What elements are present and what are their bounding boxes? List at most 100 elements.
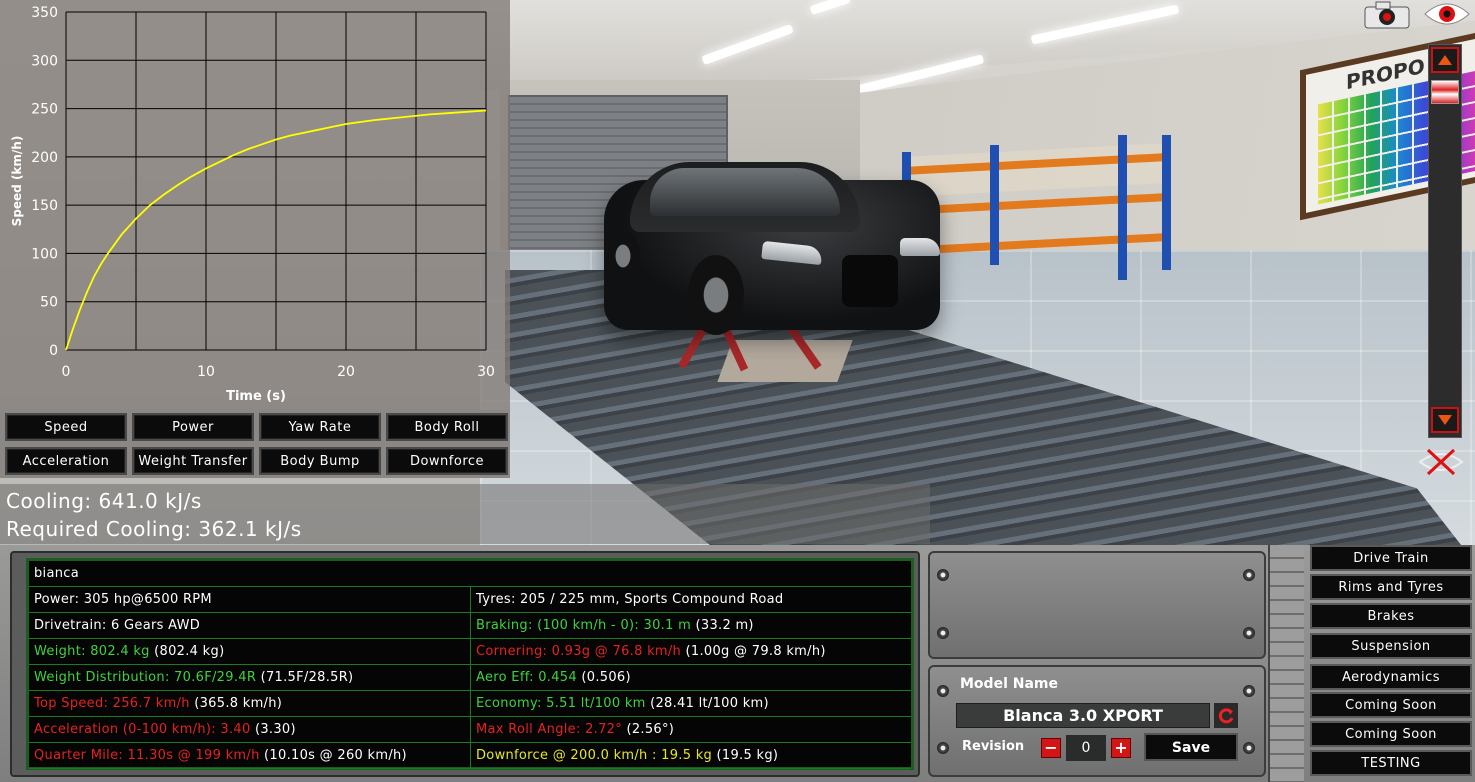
stats-cell-left: Quarter Mile: 11.30s @ 199 km/h (10.10s … <box>29 743 471 768</box>
stats-table: bianca Power: 305 hp@6500 RPM Tyres: 205 … <box>26 558 914 770</box>
tab-power[interactable]: Power <box>132 413 254 441</box>
stats-cell-right: Max Roll Angle: 2.72° (2.56°) <box>471 717 911 742</box>
y-tick-label: 150 <box>31 198 58 214</box>
stat-text: Max Roll Angle: 2.72° <box>476 722 623 737</box>
stat-text: Downforce @ 200.0 km/h : 19.5 kg <box>476 748 713 763</box>
y-tick-label: 100 <box>31 246 58 262</box>
stats-cell-left: Weight: 802.4 kg (802.4 kg) <box>29 639 471 664</box>
menu-brakes[interactable]: Brakes <box>1310 603 1472 629</box>
chevron-up-icon[interactable] <box>1431 47 1459 73</box>
chart-panel: 0 50 100 150 200 250 300 350 0 10 20 30 Time (s) Spee… <box>0 0 510 410</box>
x-tick-label: 20 <box>337 364 355 380</box>
stat-text: (71.5F/28.5R) <box>256 670 354 685</box>
y-tick-label: 200 <box>31 150 58 166</box>
shelf-post <box>1162 135 1171 270</box>
y-tick-label: 250 <box>31 102 58 118</box>
x-tick-label: 0 <box>62 364 71 380</box>
tab-body-roll[interactable]: Body Roll <box>386 413 508 441</box>
tab-speed[interactable]: Speed <box>5 413 127 441</box>
rivet <box>937 627 949 639</box>
stat-text: Aero Eff: 0.454 <box>476 670 577 685</box>
revision-plus-button[interactable]: + <box>1111 738 1131 758</box>
refresh-icon[interactable] <box>1214 703 1238 728</box>
chart-tab-row-2: Acceleration Weight Transfer Body Bump D… <box>0 444 510 478</box>
stats-cell-right: Aero Eff: 0.454 (0.506) <box>471 665 911 690</box>
stat-text: Drivetrain: 6 Gears AWD <box>34 618 201 633</box>
menu-rims-and-tyres[interactable]: Rims and Tyres <box>1310 574 1472 600</box>
stat-text: (19.5 kg) <box>712 748 779 763</box>
tab-downforce[interactable]: Downforce <box>386 447 508 475</box>
shelf-post <box>990 145 999 265</box>
save-button[interactable]: Save <box>1144 733 1238 761</box>
x-tick-label: 30 <box>477 364 495 380</box>
y-tick-label: 0 <box>49 343 58 359</box>
stats-row: Weight Distribution: 70.6F/29.4R (71.5F/… <box>29 665 911 691</box>
stats-cell-left: Acceleration (0-100 km/h): 3.40 (3.30) <box>29 717 471 742</box>
stat-text: Power: 305 hp@6500 RPM <box>34 592 212 607</box>
stat-text: Tyres: 205 / 225 mm, Sports Compound Roa… <box>476 592 784 607</box>
stats-row: Drivetrain: 6 Gears AWD Braking: (100 km/… <box>29 613 911 639</box>
menu-testing[interactable]: TESTING <box>1310 750 1472 776</box>
stats-row: Power: 305 hp@6500 RPM Tyres: 205 / 225 m… <box>29 587 911 613</box>
rivet <box>937 685 949 697</box>
cooling-panel: Cooling: 641.0 kJ/s Required Cooling: 36… <box>0 484 930 544</box>
tab-weight-transfer[interactable]: Weight Transfer <box>132 447 254 475</box>
car-name: bianca <box>34 566 79 581</box>
menu-drive-train[interactable]: Drive Train <box>1310 545 1472 571</box>
stats-cell-right: Cornering: 0.93g @ 76.8 km/h (1.00g @ 79… <box>471 639 911 664</box>
stat-text: (1.00g @ 79.8 km/h) <box>681 644 826 659</box>
speed-chart: 0 50 100 150 200 250 300 350 0 10 20 30 Time (s) Spee… <box>10 5 495 404</box>
x-tick-label: 10 <box>197 364 215 380</box>
stats-cell-right: Tyres: 205 / 225 mm, Sports Compound Roa… <box>471 587 911 612</box>
stat-text: Braking: (100 km/h - 0): 30.1 m <box>476 618 692 633</box>
stat-text: Cornering: 0.93g @ 76.8 km/h <box>476 644 682 659</box>
rivet <box>1243 569 1255 581</box>
hide-icon[interactable] <box>1418 444 1464 480</box>
stats-row: Top Speed: 256.7 km/h (365.8 km/h) Econom… <box>29 691 911 717</box>
menu-coming-soon-2[interactable]: Coming Soon <box>1310 721 1472 747</box>
stat-text: Top Speed: 256.7 km/h <box>34 696 190 711</box>
stats-cell-left: Weight Distribution: 70.6F/29.4R (71.5F/… <box>29 665 471 690</box>
stats-cell-right: Economy: 5.51 lt/100 km (28.41 lt/100 km… <box>471 691 911 716</box>
rivet <box>937 742 949 754</box>
model-name-input[interactable]: Blanca 3.0 XPORT <box>956 703 1210 728</box>
menu-suspension[interactable]: Suspension <box>1310 633 1472 659</box>
zoom-scroll-thumb[interactable] <box>1431 80 1459 104</box>
cooling-value: Cooling: 641.0 kJ/s <box>6 489 202 513</box>
x-axis-label: Time (s) <box>226 389 286 404</box>
headlight <box>900 238 940 256</box>
wheel <box>606 230 640 282</box>
stat-text: (10.10s @ 260 km/h) <box>259 748 407 763</box>
stats-cell-right: Downforce @ 200.0 km/h : 19.5 kg (19.5 k… <box>471 743 911 768</box>
metal-plate-top <box>928 551 1266 659</box>
eye-icon[interactable] <box>1422 0 1472 28</box>
tab-body-bump[interactable]: Body Bump <box>259 447 381 475</box>
stat-text: (33.2 m) <box>691 618 754 633</box>
rivet <box>1243 685 1255 697</box>
y-tick-label: 300 <box>31 53 58 69</box>
menu-coming-soon-1[interactable]: Coming Soon <box>1310 692 1472 718</box>
camera-icon[interactable] <box>1362 0 1412 30</box>
stats-row: Acceleration (0-100 km/h): 3.40 (3.30) Ma… <box>29 717 911 743</box>
stats-cell-left: Top Speed: 256.7 km/h (365.8 km/h) <box>29 691 471 716</box>
chevron-down-icon[interactable] <box>1431 407 1459 433</box>
menu-aerodynamics[interactable]: Aerodynamics <box>1310 664 1472 690</box>
revision-label: Revision <box>962 739 1025 754</box>
stats-row: Quarter Mile: 11.30s @ 199 km/h (10.10s … <box>29 743 911 769</box>
stats-cell-left: Drivetrain: 6 Gears AWD <box>29 613 471 638</box>
model-name-label: Model Name <box>960 676 1058 692</box>
chart-tab-row-1: Speed Power Yaw Rate Body Roll <box>0 410 510 444</box>
stats-cell-right: Braking: (100 km/h - 0): 30.1 m (33.2 m) <box>471 613 911 638</box>
stat-text: Weight Distribution: 70.6F/29.4R <box>34 670 257 685</box>
stat-text: (2.56°) <box>622 722 675 737</box>
tab-yaw-rate[interactable]: Yaw Rate <box>259 413 381 441</box>
shelf-post <box>1118 135 1127 280</box>
stat-text: Acceleration (0-100 km/h): 3.40 <box>34 722 251 737</box>
stat-text: Weight: 802.4 kg <box>34 644 150 659</box>
rivet <box>1243 742 1255 754</box>
revision-value: 0 <box>1066 735 1106 761</box>
tab-acceleration[interactable]: Acceleration <box>5 447 127 475</box>
revision-minus-button[interactable]: − <box>1041 738 1061 758</box>
stats-row: Weight: 802.4 kg (802.4 kg) Cornering: 0.… <box>29 639 911 665</box>
rivet <box>1243 627 1255 639</box>
